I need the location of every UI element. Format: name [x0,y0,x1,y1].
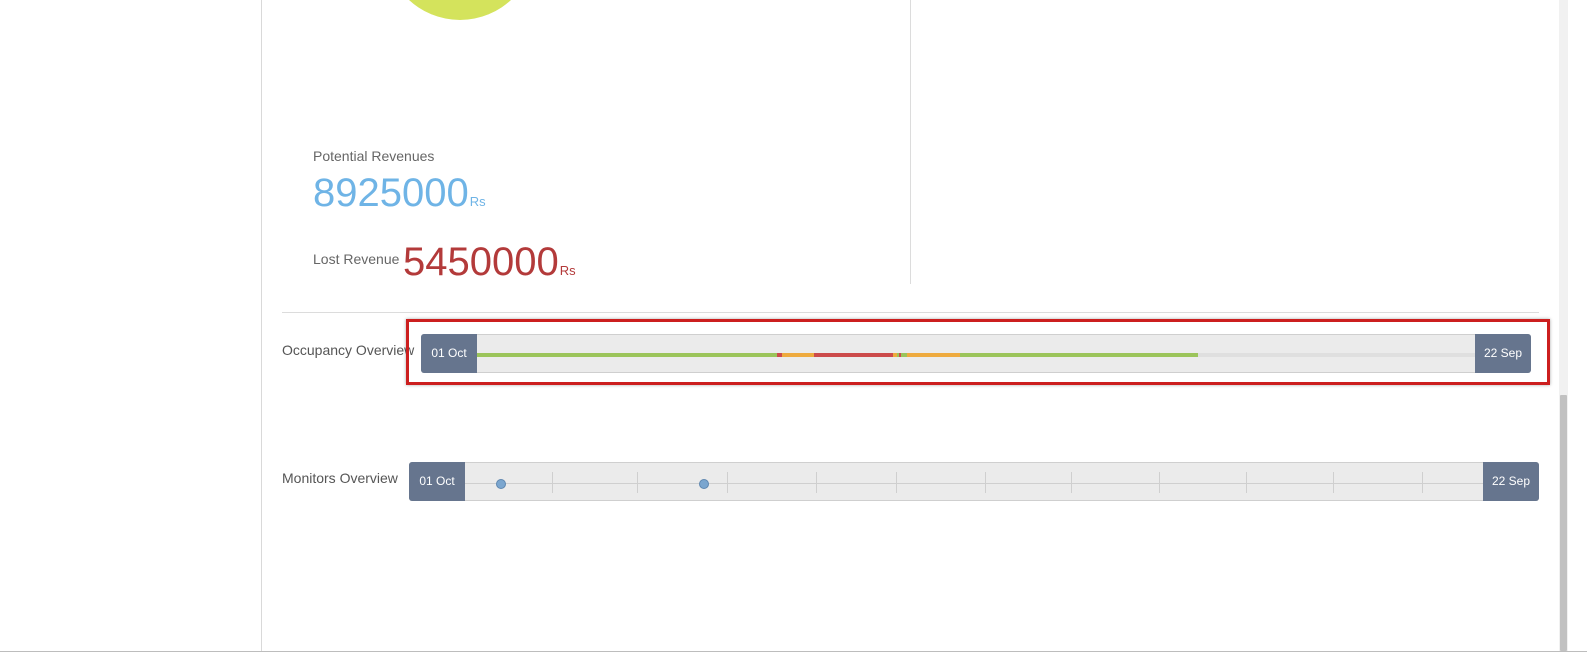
monitors-tick [637,472,639,493]
scrollbar-thumb[interactable] [1560,395,1567,651]
lost-revenue-value: 5450000Rs [403,239,576,294]
monitors-tick [726,472,728,493]
monitors-tick [1159,472,1161,493]
potential-revenues-amount: 8925000 [313,171,469,215]
monitors-axis-line [465,483,1483,484]
highlight-box [406,319,1550,385]
monitors-track[interactable] [465,463,1483,502]
potential-revenues-label: Potential Revenues [313,148,435,164]
window-bottom-edge [0,651,1587,662]
section-divider [282,312,1539,313]
lost-revenue-unit: Rs [559,263,576,278]
occupancy-overview-label: Occupancy Overview [282,342,415,358]
window-edge [1568,0,1587,661]
lost-revenue-amount: 5450000 [403,240,559,284]
monitors-end-date: 22 Sep [1483,462,1539,501]
monitors-tick [1333,472,1335,493]
potential-revenues-value: 8925000Rs [313,170,486,225]
monitors-tick [1421,472,1423,493]
potential-revenues-unit: Rs [469,194,486,209]
monitors-timeline[interactable]: 01 Oct 22 Sep [409,462,1539,501]
monitors-start-date: 01 Oct [409,462,465,501]
monitors-tick [1245,472,1247,493]
monitors-overview-label: Monitors Overview [282,470,398,486]
monitor-marker[interactable] [699,479,710,489]
monitor-marker[interactable] [495,479,506,489]
monitors-tick [816,472,818,493]
lost-revenue-label: Lost Revenue [313,251,400,267]
monitors-tick [1070,472,1072,493]
monitors-tick [895,472,897,493]
panel-divider [910,0,911,284]
monitors-tick [551,472,553,493]
monitors-tick [985,472,987,493]
left-sidebar [0,0,262,651]
